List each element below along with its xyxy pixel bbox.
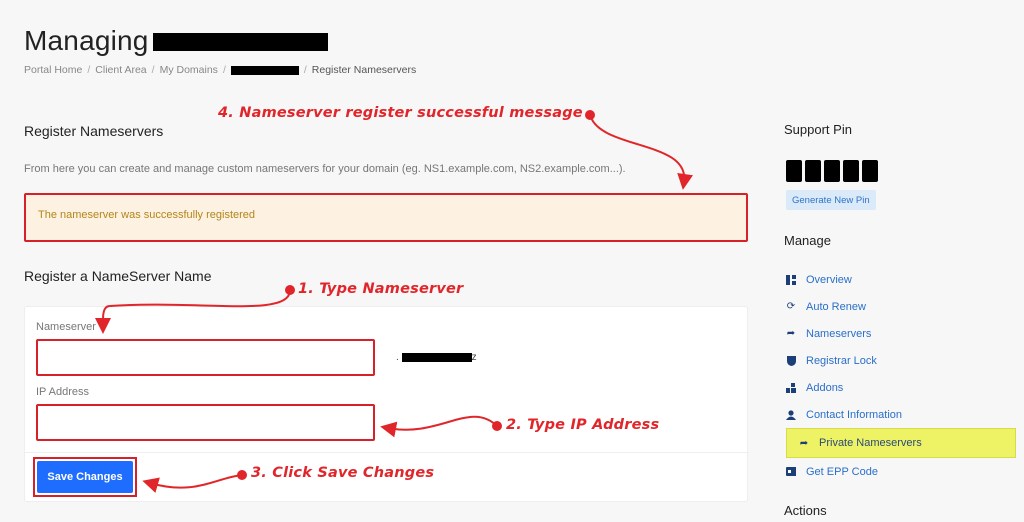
success-alert: The nameserver was successfully register… [24, 193, 748, 242]
breadcrumb-portal-home[interactable]: Portal Home [24, 64, 82, 76]
page-title: Managing [24, 25, 149, 56]
actions-heading: Actions [784, 503, 827, 518]
user-icon [786, 409, 796, 420]
register-nameserver-name-heading: Register a NameServer Name [24, 268, 212, 284]
shield-icon [786, 355, 796, 366]
annotation-step-1: 1. Type Nameserver [298, 281, 464, 297]
success-alert-text: The nameserver was successfully register… [38, 209, 256, 221]
annotation-step-3: 3. Click Save Changes [251, 465, 435, 481]
generate-new-pin-button[interactable]: Generate New Pin [786, 190, 876, 210]
sidebar-item-addons[interactable]: Addons [784, 374, 1016, 401]
breadcrumb-redacted-domain[interactable] [230, 65, 299, 75]
register-nameservers-heading: Register Nameservers [24, 123, 164, 139]
nameserver-label: Nameserver [36, 321, 96, 333]
save-changes-button[interactable]: Save Changes [37, 461, 133, 493]
sidebar-item-auto-renew[interactable]: ⟳ Auto Renew [784, 293, 1016, 320]
annotation-dot-1 [285, 285, 295, 295]
sidebar-item-registrar-lock[interactable]: Registrar Lock [784, 347, 1016, 374]
section-description: From here you can create and manage cust… [24, 163, 626, 175]
annotation-step-4: 4. Nameserver register successful messag… [218, 105, 583, 121]
breadcrumb: Portal Home / Client Area / My Domains /… [24, 64, 417, 76]
ip-address-label: IP Address [36, 386, 89, 398]
manage-heading: Manage [784, 233, 831, 248]
breadcrumb-client-area[interactable]: Client Area [95, 64, 146, 76]
sidebar-item-overview[interactable]: Overview [784, 266, 1016, 293]
share-arrow-icon: ➦ [799, 437, 809, 449]
sidebar-item-contact-information[interactable]: Contact Information [784, 401, 1016, 428]
nameserver-input[interactable] [36, 339, 375, 376]
card-divider [25, 452, 747, 453]
annotation-step-2: 2. Type IP Address [506, 417, 660, 433]
breadcrumb-current: Register Nameservers [311, 64, 417, 76]
support-pin-heading: Support Pin [784, 122, 852, 137]
sync-icon: ⟳ [786, 301, 796, 312]
cubes-icon [786, 382, 796, 393]
annotation-dot-4 [585, 110, 595, 120]
page: Managing Portal Home / Client Area / My … [0, 0, 1024, 522]
support-pin-redacted [786, 160, 878, 182]
sidebar-item-private-nameservers[interactable]: ➦ Private Nameservers [786, 428, 1016, 458]
breadcrumb-my-domains[interactable]: My Domains [160, 64, 218, 76]
redacted-domain-name [153, 33, 328, 51]
manage-menu: Overview ⟳ Auto Renew ➦ Nameservers Regi… [784, 266, 1016, 485]
domain-suffix: . z [396, 352, 477, 363]
save-button-highlight: Save Changes [33, 457, 137, 497]
ip-address-input[interactable] [36, 404, 375, 441]
sidebar-item-nameservers[interactable]: ➦ Nameservers [784, 320, 1016, 347]
id-card-icon [786, 467, 796, 477]
overview-icon [786, 274, 796, 285]
share-arrow-icon: ➦ [786, 328, 796, 339]
sidebar-item-get-epp-code[interactable]: Get EPP Code [784, 458, 1016, 485]
